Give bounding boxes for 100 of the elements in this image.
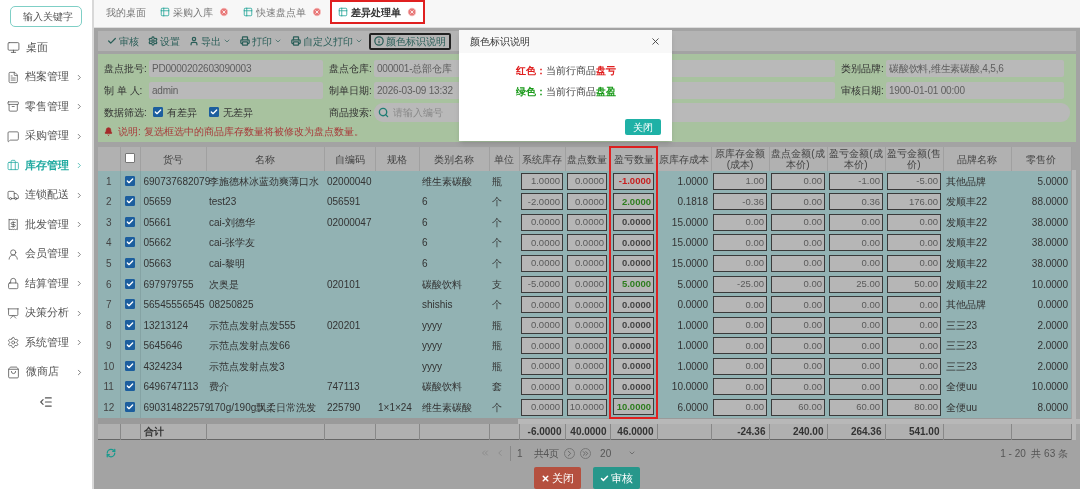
- number-field[interactable]: 0.00: [887, 337, 941, 355]
- number-field[interactable]: 0.0000: [567, 255, 607, 273]
- number-field[interactable]: 0.00: [829, 357, 883, 375]
- close-button[interactable]: 关闭: [625, 119, 661, 135]
- number-field[interactable]: 0.00: [829, 316, 883, 334]
- tab[interactable]: 采购入库: [154, 0, 235, 24]
- number-field[interactable]: -1.0000: [613, 172, 654, 190]
- toolbar-button[interactable]: 导出: [186, 32, 234, 50]
- sidebar-item[interactable]: 微商店: [0, 357, 92, 387]
- number-field[interactable]: 0.00: [771, 316, 825, 334]
- number-field[interactable]: 0.0000: [567, 316, 607, 334]
- checkbox[interactable]: [125, 401, 135, 412]
- number-field[interactable]: 0.0000: [567, 275, 607, 293]
- number-field[interactable]: 2.0000: [613, 193, 654, 211]
- toolbar-button[interactable]: 颜色标识说明: [369, 32, 451, 50]
- number-field[interactable]: 10.0000: [613, 398, 654, 416]
- number-field[interactable]: 0.00: [887, 357, 941, 375]
- tab[interactable]: 快速盘点单: [237, 0, 328, 24]
- number-field[interactable]: 0.00: [887, 213, 941, 231]
- number-field[interactable]: 0.00: [713, 357, 767, 375]
- text-field[interactable]: 1900-01-01 00:00: [886, 81, 1064, 99]
- number-field[interactable]: 0.00: [887, 378, 941, 396]
- number-field[interactable]: 0.0000: [567, 337, 607, 355]
- checkbox[interactable]: [208, 107, 219, 117]
- number-field[interactable]: 0.0000: [613, 213, 654, 231]
- number-field[interactable]: 0.0000: [521, 213, 563, 231]
- page-field[interactable]: 1: [509, 445, 529, 461]
- approve-button[interactable]: 审核: [593, 467, 640, 489]
- number-field[interactable]: 0.0000: [613, 378, 654, 396]
- tab[interactable]: 差异处理单: [330, 0, 425, 24]
- number-field[interactable]: 1.00: [713, 172, 767, 190]
- number-field[interactable]: 0.0000: [567, 378, 607, 396]
- checkbox[interactable]: [125, 152, 135, 163]
- number-field[interactable]: 176.00: [887, 193, 941, 211]
- number-field[interactable]: 0.0000: [613, 296, 654, 314]
- number-field[interactable]: 0.00: [887, 296, 941, 314]
- toolbar-button[interactable]: 打印: [237, 32, 285, 50]
- checkbox[interactable]: [125, 360, 135, 371]
- number-field[interactable]: 80.00: [887, 398, 941, 416]
- number-field[interactable]: -0.36: [713, 193, 767, 211]
- number-field[interactable]: 0.0000: [521, 234, 563, 252]
- number-field[interactable]: -5.00: [887, 172, 941, 190]
- sidebar-item[interactable]: 会员管理: [0, 239, 92, 269]
- tab[interactable]: 我的桌面: [100, 0, 152, 24]
- number-field[interactable]: 0.00: [829, 213, 883, 231]
- sidebar-item[interactable]: 档案管理: [0, 62, 92, 92]
- number-field[interactable]: 0.00: [829, 234, 883, 252]
- text-field[interactable]: PD0000202603090003: [149, 59, 323, 77]
- sidebar-item[interactable]: 采购管理: [0, 121, 92, 151]
- collapse-icon[interactable]: [39, 395, 53, 409]
- number-field[interactable]: 0.00: [771, 337, 825, 355]
- number-field[interactable]: 0.0000: [567, 193, 607, 211]
- checkbox[interactable]: [125, 196, 135, 207]
- checkbox[interactable]: [125, 319, 135, 330]
- number-field[interactable]: 0.00: [887, 234, 941, 252]
- number-field[interactable]: 0.00: [771, 357, 825, 375]
- close-icon[interactable]: [650, 36, 661, 47]
- number-field[interactable]: 0.00: [829, 296, 883, 314]
- toolbar-button[interactable]: 自定义打印: [288, 32, 366, 50]
- number-field[interactable]: -25.00: [713, 275, 767, 293]
- sidebar-item[interactable]: 桌面: [0, 33, 92, 63]
- number-field[interactable]: 0.0000: [613, 316, 654, 334]
- number-field[interactable]: 0.00: [713, 337, 767, 355]
- checkbox[interactable]: [125, 175, 135, 186]
- number-field[interactable]: 0.00: [829, 255, 883, 273]
- number-field[interactable]: 0.36: [829, 193, 883, 211]
- checkbox[interactable]: [125, 278, 135, 289]
- number-field[interactable]: 0.0000: [521, 296, 563, 314]
- toolbar-button[interactable]: 审核: [104, 32, 142, 50]
- number-field[interactable]: 10.0000: [567, 398, 607, 416]
- number-field[interactable]: 0.00: [713, 316, 767, 334]
- sidebar-item[interactable]: 零售管理: [0, 92, 92, 122]
- number-field[interactable]: 0.0000: [567, 213, 607, 231]
- checkbox[interactable]: [125, 237, 135, 248]
- number-field[interactable]: -1.00: [829, 172, 883, 190]
- number-field[interactable]: 0.0000: [567, 172, 607, 190]
- number-field[interactable]: 0.0000: [613, 337, 654, 355]
- number-field[interactable]: 0.00: [713, 234, 767, 252]
- number-field[interactable]: 0.0000: [521, 337, 563, 355]
- number-field[interactable]: 25.00: [829, 275, 883, 293]
- number-field[interactable]: 0.00: [887, 316, 941, 334]
- number-field[interactable]: 0.0000: [613, 357, 654, 375]
- sidebar-item[interactable]: 库存管理: [0, 151, 92, 181]
- sidebar-item[interactable]: 批发管理: [0, 210, 92, 240]
- number-field[interactable]: 0.0000: [521, 357, 563, 375]
- checkbox[interactable]: [152, 107, 163, 117]
- number-field[interactable]: -2.0000: [521, 193, 563, 211]
- number-field[interactable]: 0.0000: [613, 255, 654, 273]
- number-field[interactable]: 0.00: [771, 255, 825, 273]
- number-field[interactable]: 0.00: [713, 255, 767, 273]
- number-field[interactable]: 0.00: [771, 172, 825, 190]
- number-field[interactable]: 1.0000: [521, 172, 563, 190]
- number-field[interactable]: -5.0000: [521, 275, 563, 293]
- number-field[interactable]: 0.00: [771, 234, 825, 252]
- checkbox[interactable]: [125, 381, 135, 392]
- number-field[interactable]: 0.0000: [521, 316, 563, 334]
- toolbar-button[interactable]: 设置: [145, 32, 183, 50]
- number-field[interactable]: 0.00: [713, 213, 767, 231]
- number-field[interactable]: 0.00: [829, 337, 883, 355]
- number-field[interactable]: 0.00: [771, 275, 825, 293]
